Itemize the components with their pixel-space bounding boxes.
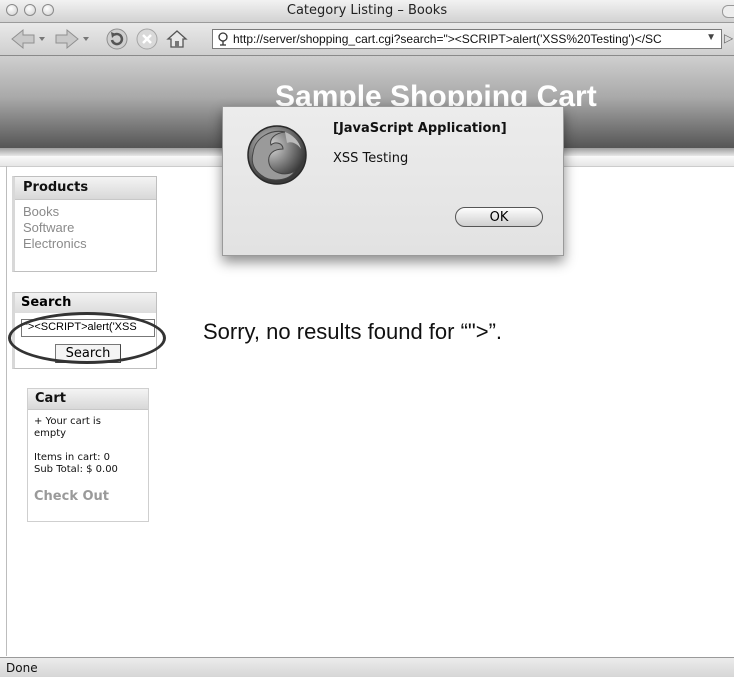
products-list: Books Software Electronics xyxy=(15,200,156,252)
home-button[interactable] xyxy=(164,27,190,51)
ok-button[interactable]: OK xyxy=(455,207,543,227)
cart-subtotal: Sub Total: $ 0.00 xyxy=(34,464,118,475)
stop-button[interactable] xyxy=(134,27,160,51)
stop-icon xyxy=(136,28,158,50)
back-button[interactable] xyxy=(8,27,48,51)
product-link-books[interactable]: Books xyxy=(15,204,156,220)
toolbar-toggle-button[interactable] xyxy=(722,5,734,18)
highlight-annotation xyxy=(8,312,166,364)
status-bar: Done xyxy=(0,657,734,677)
toolbar-overflow-icon[interactable]: ▷ xyxy=(724,31,733,45)
site-icon xyxy=(218,32,228,46)
url-text: http://server/shopping_cart.cgi?search="… xyxy=(233,32,662,46)
forward-icon xyxy=(55,28,89,50)
home-icon xyxy=(166,30,188,48)
checkout-link[interactable]: Check Out xyxy=(28,489,148,504)
cart-items-count: Items in cart: 0 xyxy=(34,452,111,463)
frame-border xyxy=(6,166,7,656)
product-link-software[interactable]: Software xyxy=(15,220,156,236)
forward-button[interactable] xyxy=(52,27,92,51)
cart-empty-text: + Your cart is xyxy=(34,416,101,427)
dialog-message: XSS Testing xyxy=(333,151,409,166)
javascript-alert-dialog: [JavaScript Application] XSS Testing OK xyxy=(222,106,564,256)
back-icon xyxy=(11,28,45,50)
search-result-message: Sorry, no results found for “">”. xyxy=(203,319,503,344)
url-dropdown-icon[interactable]: ▼ xyxy=(706,32,716,43)
cart-heading: Cart xyxy=(28,389,148,410)
reload-icon xyxy=(106,28,128,50)
cart-empty-text-2: empty xyxy=(34,428,67,439)
product-link-electronics[interactable]: Electronics xyxy=(15,236,156,252)
dialog-title: [JavaScript Application] xyxy=(333,121,507,136)
status-text: Done xyxy=(6,661,38,675)
products-panel: Products Books Software Electronics xyxy=(12,176,157,272)
url-bar[interactable]: http://server/shopping_cart.cgi?search="… xyxy=(212,29,722,49)
browser-toolbar: http://server/shopping_cart.cgi?search="… xyxy=(0,23,734,56)
cart-panel: Cart + Your cart is empty Items in cart:… xyxy=(27,388,149,522)
firefox-icon xyxy=(247,125,307,185)
reload-button[interactable] xyxy=(104,27,130,51)
window-title: Category Listing – Books xyxy=(286,3,448,18)
search-heading: Search xyxy=(15,293,156,313)
window-titlebar: Category Listing – Books xyxy=(0,0,734,23)
products-heading: Products xyxy=(15,177,156,200)
